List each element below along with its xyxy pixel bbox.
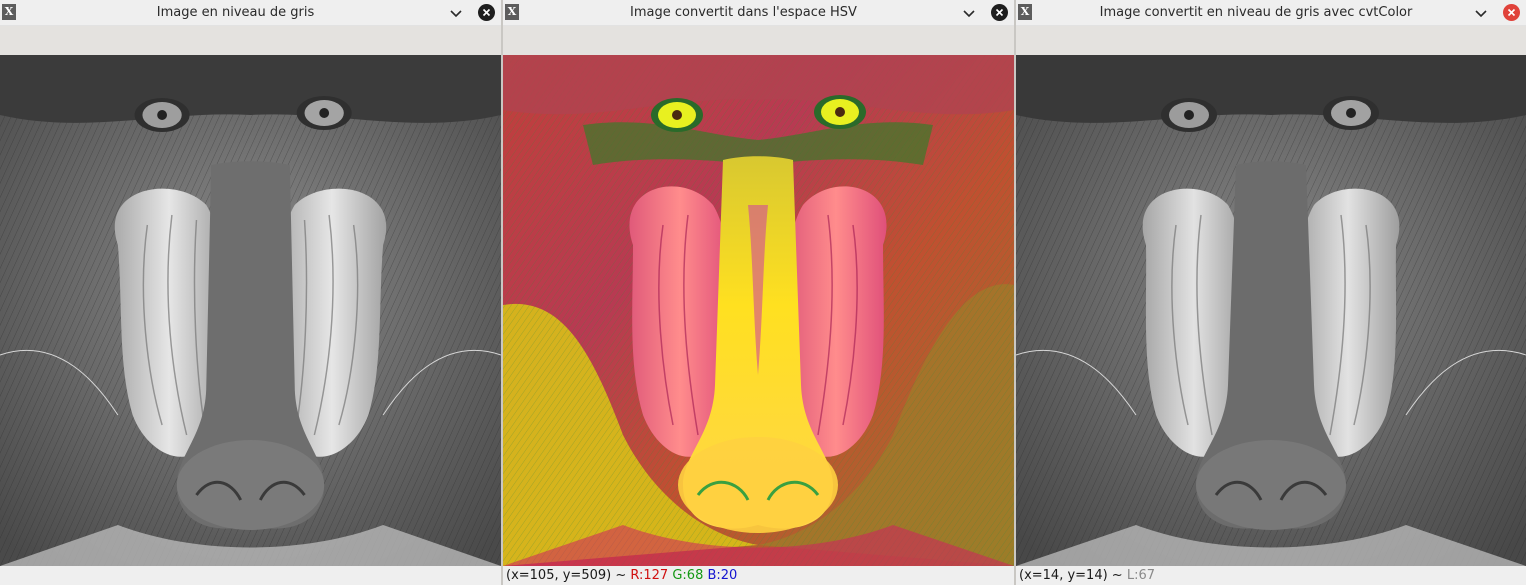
close-icon[interactable] [478,4,495,21]
status-red-value: R:127 [630,568,669,583]
window-grayscale: X Image en niveau de gris [0,0,501,585]
status-luminance-value: L:67 [1126,568,1155,583]
window-title: Image en niveau de gris [156,5,315,20]
mandrill-grayscale-image [0,55,501,566]
titlebar[interactable]: X Image convertit dans l'espace HSV [503,0,1014,26]
window-hsv: X Image convertit dans l'espace HSV (x=1… [503,0,1014,585]
toolbar [1016,26,1526,55]
toolbar [0,26,501,55]
close-icon[interactable] [991,4,1008,21]
window-title: Image convertit en niveau de gris avec c… [1099,5,1413,20]
window-cvtcolor-grayscale: X Image convertit en niveau de gris avec… [1016,0,1526,585]
chevron-down-icon[interactable] [962,6,976,20]
image-canvas[interactable] [503,55,1014,566]
chevron-down-icon[interactable] [449,6,463,20]
statusbar: (x=105, y=509) ~ R:127 G:68 B:20 [503,566,1014,585]
chevron-down-icon[interactable] [1474,6,1488,20]
titlebar[interactable]: X Image en niveau de gris [0,0,501,26]
image-canvas[interactable] [1016,55,1526,566]
status-green-value: G:68 [672,568,704,583]
mandrill-grayscale-image [1016,55,1526,566]
status-coords: (x=105, y=509) ~ [506,568,631,583]
status-blue-value: B:20 [707,568,738,583]
window-title: Image convertit dans l'espace HSV [630,5,857,20]
mandrill-hsv-image [503,55,1014,566]
statusbar: (x=14, y=14) ~ L:67 [1016,566,1526,585]
titlebar[interactable]: X Image convertit en niveau de gris avec… [1016,0,1526,26]
image-canvas[interactable] [0,55,501,566]
statusbar [0,566,501,585]
toolbar [503,26,1014,55]
status-coords: (x=14, y=14) ~ [1019,568,1127,583]
close-icon[interactable] [1503,4,1520,21]
